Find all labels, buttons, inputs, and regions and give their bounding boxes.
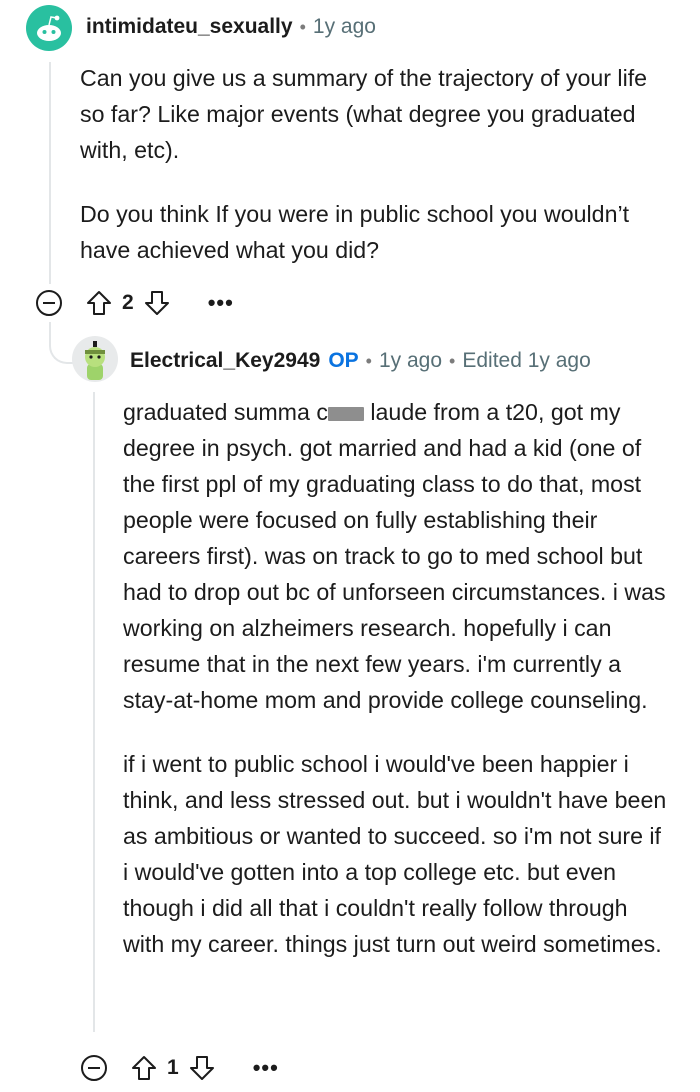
more-options-button[interactable]: ••• <box>253 1055 279 1081</box>
comment-actions: 2 ••• <box>36 288 234 318</box>
downvote-icon[interactable] <box>142 288 172 318</box>
reddit-avatar-icon <box>85 341 105 380</box>
comment-meta: Electrical_Key2949 OP • 1y ago • Edited … <box>130 349 591 373</box>
comment-body: Can you give us a summary of the traject… <box>80 60 670 268</box>
username[interactable]: Electrical_Key2949 <box>130 349 320 373</box>
comment-text: graduated summa c <box>123 399 328 425</box>
upvote-icon[interactable] <box>84 288 114 318</box>
minus-icon <box>43 302 55 304</box>
reddit-snoo-icon <box>37 15 61 41</box>
minus-icon <box>88 1067 100 1069</box>
comment-text: laude from a t20, got my degree in psych… <box>123 399 666 713</box>
vote-count: 2 <box>122 291 134 314</box>
comment-paragraph: graduated summa c laude from a t20, got … <box>123 394 671 718</box>
thread-line-main <box>49 62 51 284</box>
comment-paragraph: if i went to public school i would've be… <box>123 751 667 957</box>
timestamp[interactable]: 1y ago <box>313 15 376 39</box>
downvote-icon[interactable] <box>187 1053 217 1083</box>
avatar[interactable] <box>72 336 118 382</box>
comment-actions: 1 ••• <box>81 1053 279 1083</box>
redacted-text <box>327 406 364 421</box>
vote-count: 1 <box>167 1056 179 1079</box>
comment-paragraph: Do you think If you were in public schoo… <box>80 201 630 263</box>
op-badge: OP <box>328 349 359 372</box>
timestamp[interactable]: 1y ago <box>379 349 442 373</box>
comment-body: graduated summa c laude from a t20, got … <box>123 394 671 962</box>
avatar[interactable] <box>26 5 72 51</box>
separator-dot: • <box>365 350 372 371</box>
collapse-button[interactable] <box>81 1055 107 1081</box>
collapse-button[interactable] <box>36 290 62 316</box>
separator-dot: • <box>299 16 306 37</box>
more-options-button[interactable]: ••• <box>208 290 234 316</box>
upvote-icon[interactable] <box>129 1053 159 1083</box>
thread-line-reply <box>93 392 95 1032</box>
username[interactable]: intimidateu_sexually <box>86 15 293 39</box>
separator-dot: • <box>449 350 456 371</box>
comment-paragraph: Can you give us a summary of the traject… <box>80 65 648 163</box>
edited-label: Edited 1y ago <box>462 349 591 372</box>
comment-meta: intimidateu_sexually • 1y ago <box>86 15 376 39</box>
